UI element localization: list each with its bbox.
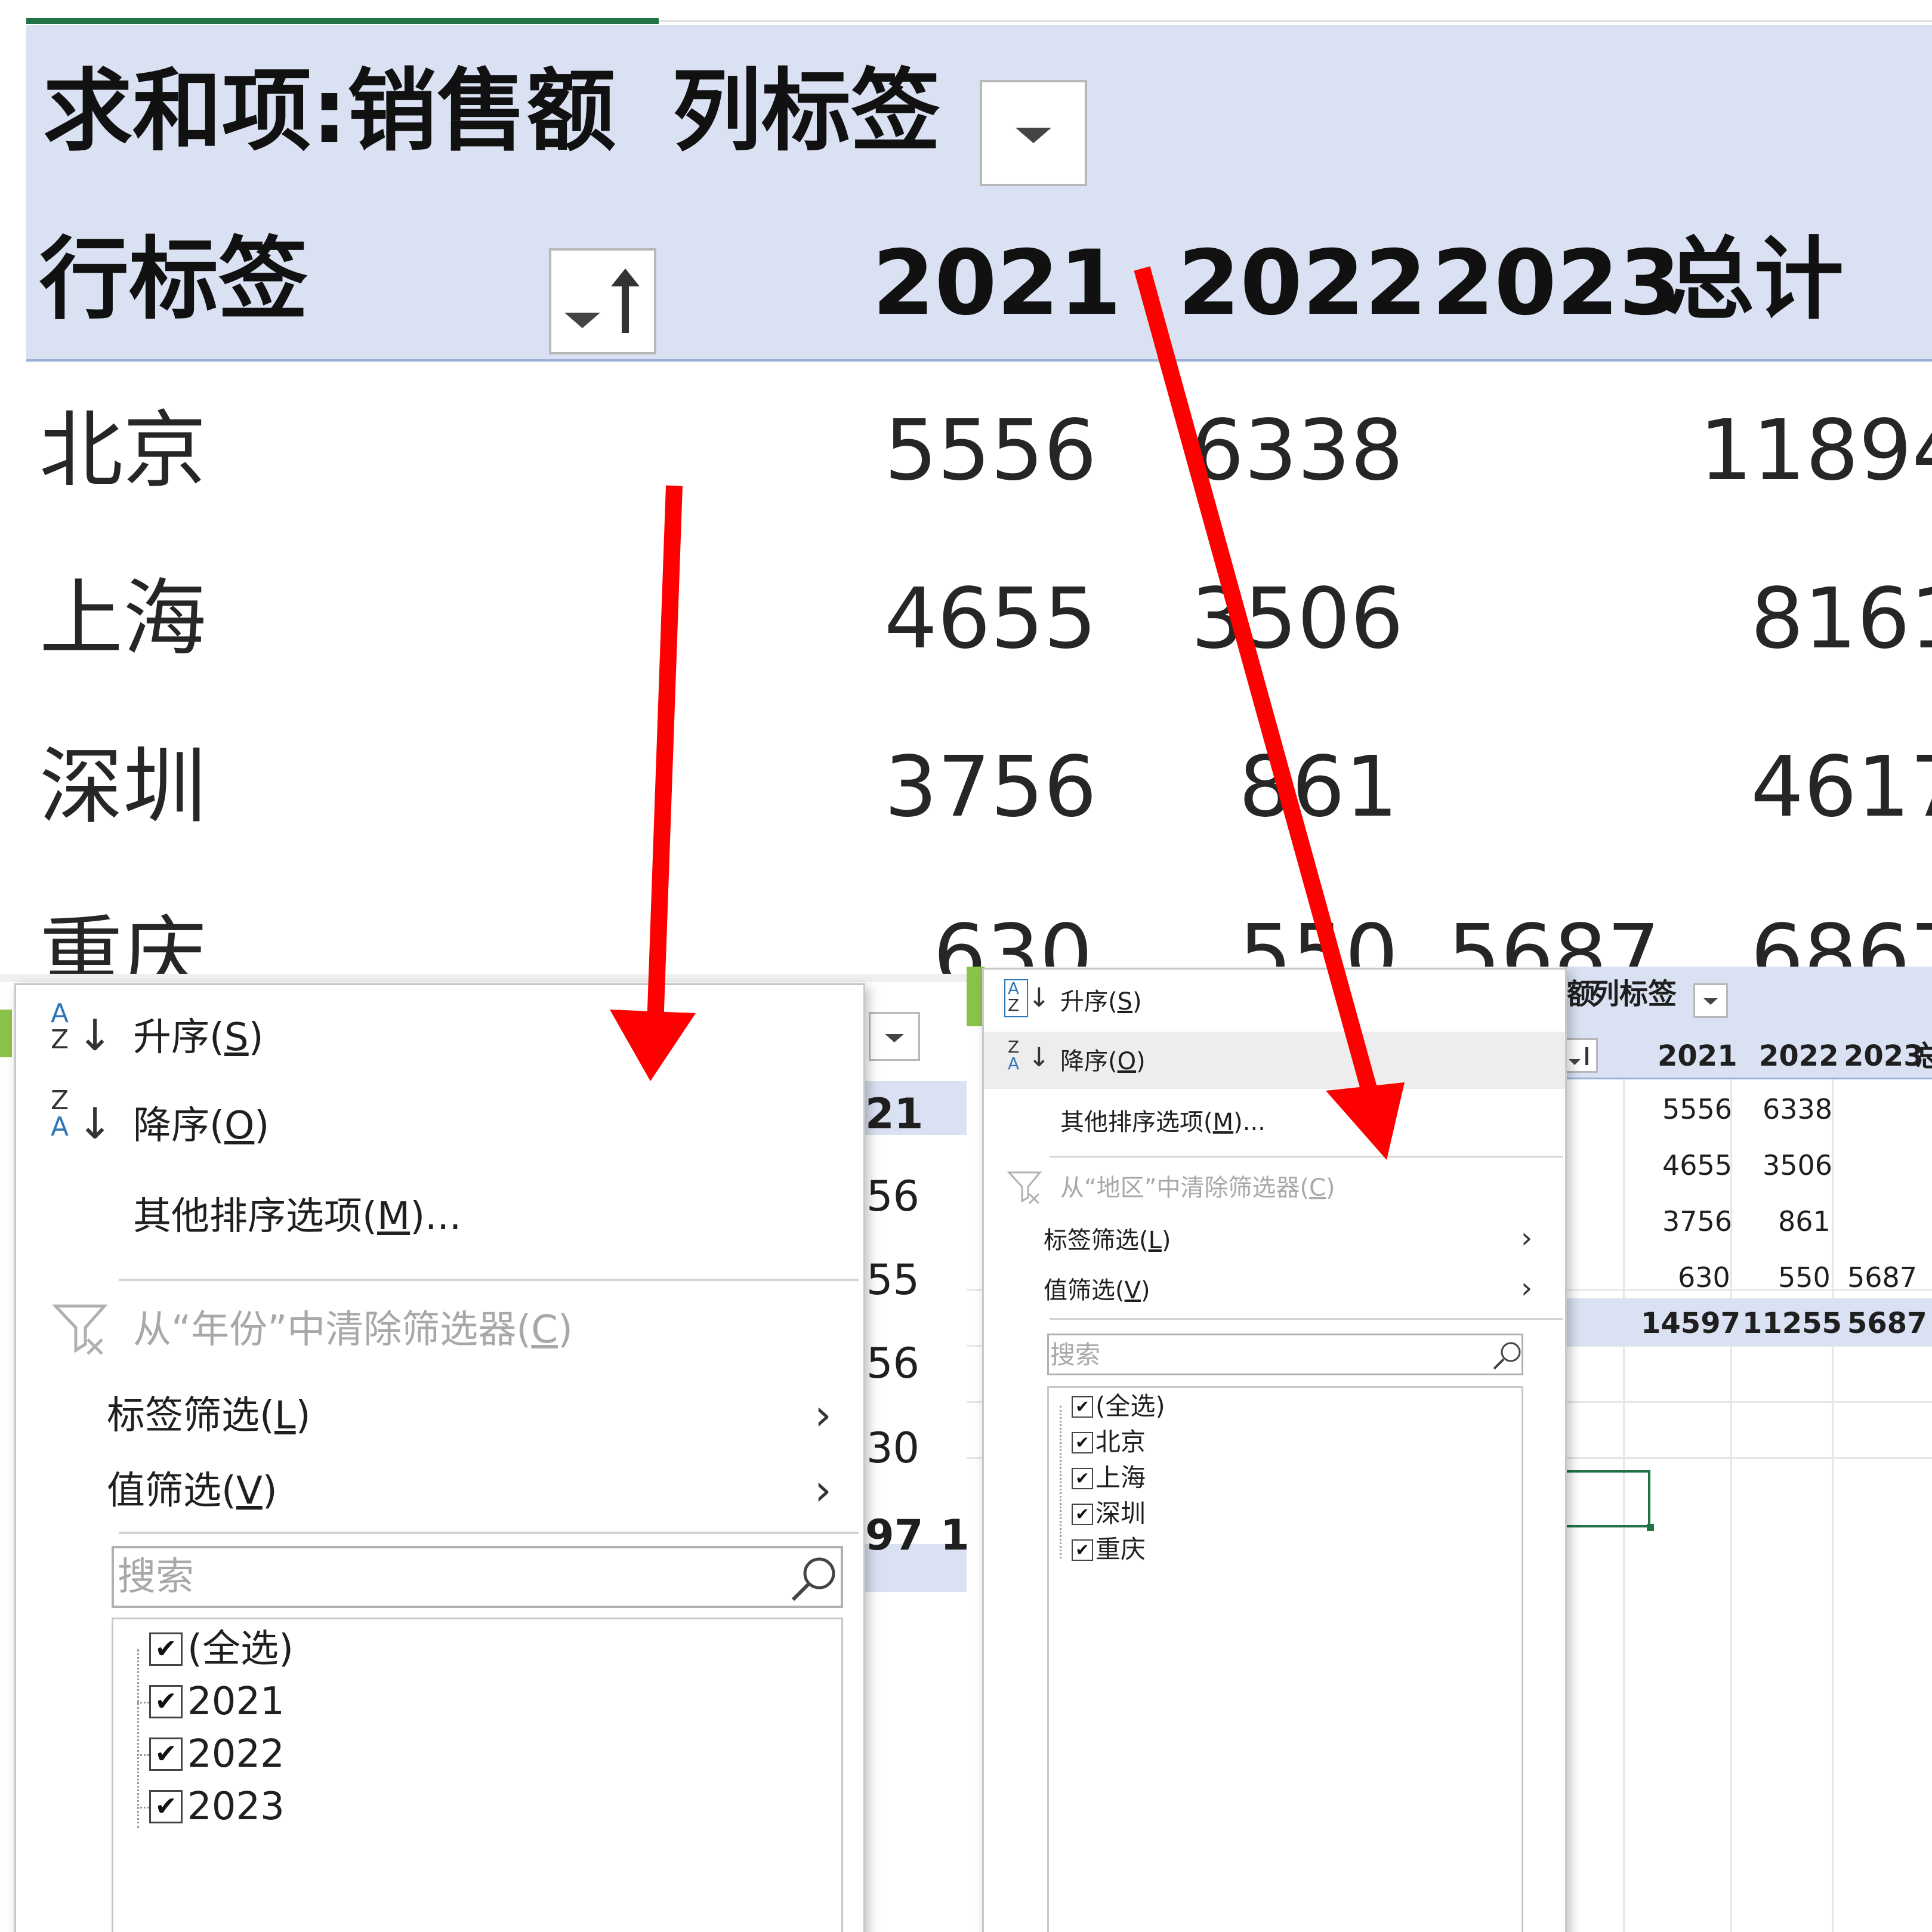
red-arrow-icon [610,485,696,1081]
annotation-arrows [610,266,1405,1160]
red-arrow-icon [1134,266,1405,1160]
